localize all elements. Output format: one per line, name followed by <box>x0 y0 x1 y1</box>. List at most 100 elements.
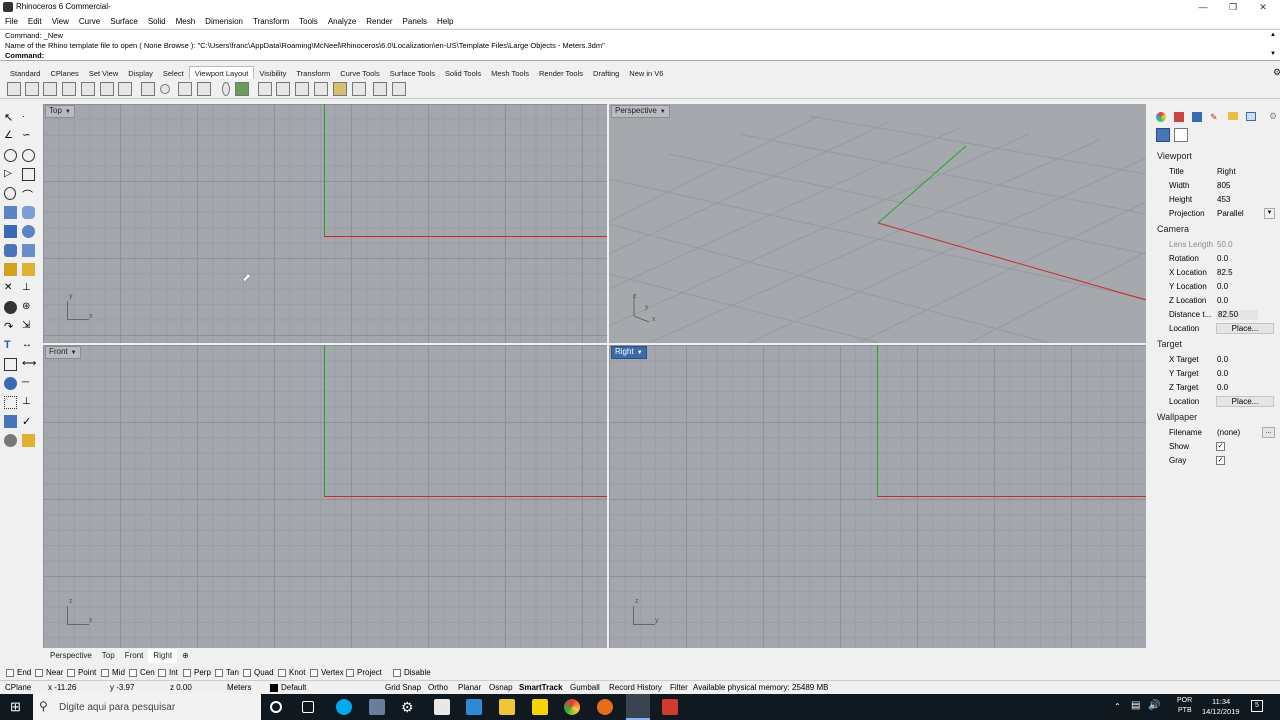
settings-gear-icon[interactable]: ⚙ <box>1268 66 1280 79</box>
perspective-icon[interactable] <box>222 82 230 96</box>
layers-icon[interactable] <box>1192 112 1202 122</box>
material-icon[interactable] <box>1174 112 1184 122</box>
volume-icon[interactable]: 🔊 <box>1148 700 1160 711</box>
print-icon[interactable] <box>373 82 387 96</box>
polygon-icon[interactable]: ▷ <box>4 168 17 181</box>
osnap-cen[interactable]: Cen <box>129 668 155 678</box>
osnap-tan[interactable]: Tan <box>215 668 239 678</box>
scale-icon[interactable]: ⇲ <box>22 320 35 333</box>
pan-icon[interactable] <box>178 82 192 96</box>
calculator-icon[interactable] <box>434 699 450 715</box>
menu-panels[interactable]: Panels <box>398 15 432 28</box>
scroll-up-icon[interactable]: ▲ <box>1270 32 1276 38</box>
z-location-value[interactable]: 0.0 <box>1217 296 1228 306</box>
firefox-icon[interactable] <box>597 699 613 715</box>
command-prompt[interactable]: Command: <box>5 51 44 60</box>
dimension-icon[interactable]: ↔ <box>22 339 35 352</box>
browse-button[interactable]: ... <box>1262 427 1275 438</box>
analyze-icon[interactable]: ─ <box>22 377 35 390</box>
gray-checkbox[interactable]: ✓ <box>1216 456 1225 465</box>
width-value[interactable]: 805 <box>1217 181 1230 191</box>
x-target-value[interactable]: 0.0 <box>1217 355 1228 365</box>
app-icon[interactable] <box>369 699 385 715</box>
menu-solid[interactable]: Solid <box>143 15 171 28</box>
x-location-value[interactable]: 82.5 <box>1217 268 1233 278</box>
osnap-disable[interactable]: Disable <box>393 668 431 678</box>
select-arrow-icon[interactable]: ↖ <box>4 111 17 124</box>
three-viewports-icon[interactable] <box>25 82 39 96</box>
grid-icon[interactable] <box>141 82 155 96</box>
windows-start-icon[interactable]: ⊞ <box>10 700 24 714</box>
app-icon-2[interactable] <box>466 699 482 715</box>
viewport-tab-front[interactable]: Front <box>120 649 149 663</box>
four-viewports-icon[interactable] <box>7 82 21 96</box>
place-target-button[interactable]: Place... <box>1216 396 1274 407</box>
add-viewport-tab-icon[interactable]: ⊕ <box>177 649 194 663</box>
skype-icon[interactable] <box>336 699 352 715</box>
camera-properties-icon[interactable] <box>1156 128 1170 142</box>
viewport-properties-icon[interactable] <box>1174 128 1188 142</box>
show-checkbox[interactable]: ✓ <box>1216 442 1225 451</box>
viewport-front[interactable]: z x Front ▼ <box>43 345 607 648</box>
page-layout-icon[interactable] <box>258 82 272 96</box>
status-record-history[interactable]: Record History <box>609 683 662 693</box>
tab-viewport-layout[interactable]: Viewport Layout <box>188 66 255 80</box>
detail-icon[interactable] <box>276 82 290 96</box>
extrude-icon[interactable] <box>22 244 35 257</box>
clock-date[interactable]: 14/12/2019 <box>1202 707 1240 716</box>
menu-mesh[interactable]: Mesh <box>171 15 201 28</box>
block-icon[interactable] <box>4 415 17 428</box>
point-icon[interactable]: · <box>22 111 35 124</box>
place-location-button[interactable]: Place... <box>1216 323 1274 334</box>
zoom-icon[interactable] <box>160 84 170 94</box>
camera-icon[interactable] <box>333 82 347 96</box>
status-smarttrack[interactable]: SmartTrack <box>519 683 563 693</box>
status-units[interactable]: Meters <box>227 683 251 693</box>
split-horizontal-icon[interactable] <box>62 82 76 96</box>
named-views-icon[interactable] <box>314 82 328 96</box>
status-planar[interactable]: Planar <box>458 683 481 693</box>
menu-dimension[interactable]: Dimension <box>200 15 248 28</box>
settings-icon[interactable]: ⚙ <box>401 699 417 715</box>
taskbar-search[interactable]: ⚲ Digite aqui para pesquisar <box>33 694 261 720</box>
osnap-near[interactable]: Near <box>35 668 63 678</box>
y-location-value[interactable]: 0.0 <box>1217 282 1228 292</box>
status-filter[interactable]: Filter <box>670 683 688 693</box>
viewport-title-top[interactable]: Top ▼ <box>45 105 75 118</box>
curve-icon[interactable]: ∽ <box>22 130 35 143</box>
status-osnap[interactable]: Osnap <box>489 683 513 693</box>
osnap-project[interactable]: Project <box>346 668 382 678</box>
rotate-icon[interactable]: ↷ <box>4 320 17 333</box>
file-explorer-icon[interactable] <box>499 699 515 715</box>
osnap-end[interactable]: End <box>6 668 31 678</box>
osnap-point[interactable]: Point <box>67 668 96 678</box>
light-icon[interactable] <box>22 434 35 447</box>
page-setup-icon[interactable] <box>392 82 406 96</box>
menu-view[interactable]: View <box>47 15 74 28</box>
osnap-mid[interactable]: Mid <box>101 668 125 678</box>
status-grid-snap[interactable]: Grid Snap <box>385 683 421 693</box>
viewport-title-front[interactable]: Front ▼ <box>45 346 81 359</box>
cortana-icon[interactable] <box>270 701 282 713</box>
osnap-vertex[interactable]: Vertex <box>310 668 344 678</box>
arc-icon[interactable] <box>4 187 16 200</box>
grid-array-icon[interactable] <box>4 396 17 409</box>
snap-icon[interactable]: ⊥ <box>22 396 35 409</box>
array-icon[interactable] <box>4 358 17 371</box>
restore-button[interactable]: ❐ <box>1216 0 1250 15</box>
polyline-icon[interactable]: ∠ <box>4 130 17 143</box>
projection-select[interactable]: Parallel <box>1217 209 1244 219</box>
height-value[interactable]: 453 <box>1217 195 1230 205</box>
pencil-icon[interactable]: ✎ <box>1210 112 1220 122</box>
viewport-perspective[interactable]: z y x Perspective ▼ <box>609 104 1146 343</box>
split-vertical-icon[interactable] <box>81 82 95 96</box>
app-icon-3[interactable] <box>662 699 678 715</box>
menu-surface[interactable]: Surface <box>105 15 143 28</box>
y-target-value[interactable]: 0.0 <box>1217 369 1228 379</box>
move-icon[interactable] <box>22 263 35 276</box>
panel-gear-icon[interactable]: ⚙ <box>1269 111 1277 122</box>
rhino-taskbar-icon[interactable] <box>626 694 650 720</box>
check-icon[interactable]: ✓ <box>22 415 35 428</box>
sphere-icon[interactable] <box>22 225 35 238</box>
box-icon[interactable] <box>4 225 17 238</box>
